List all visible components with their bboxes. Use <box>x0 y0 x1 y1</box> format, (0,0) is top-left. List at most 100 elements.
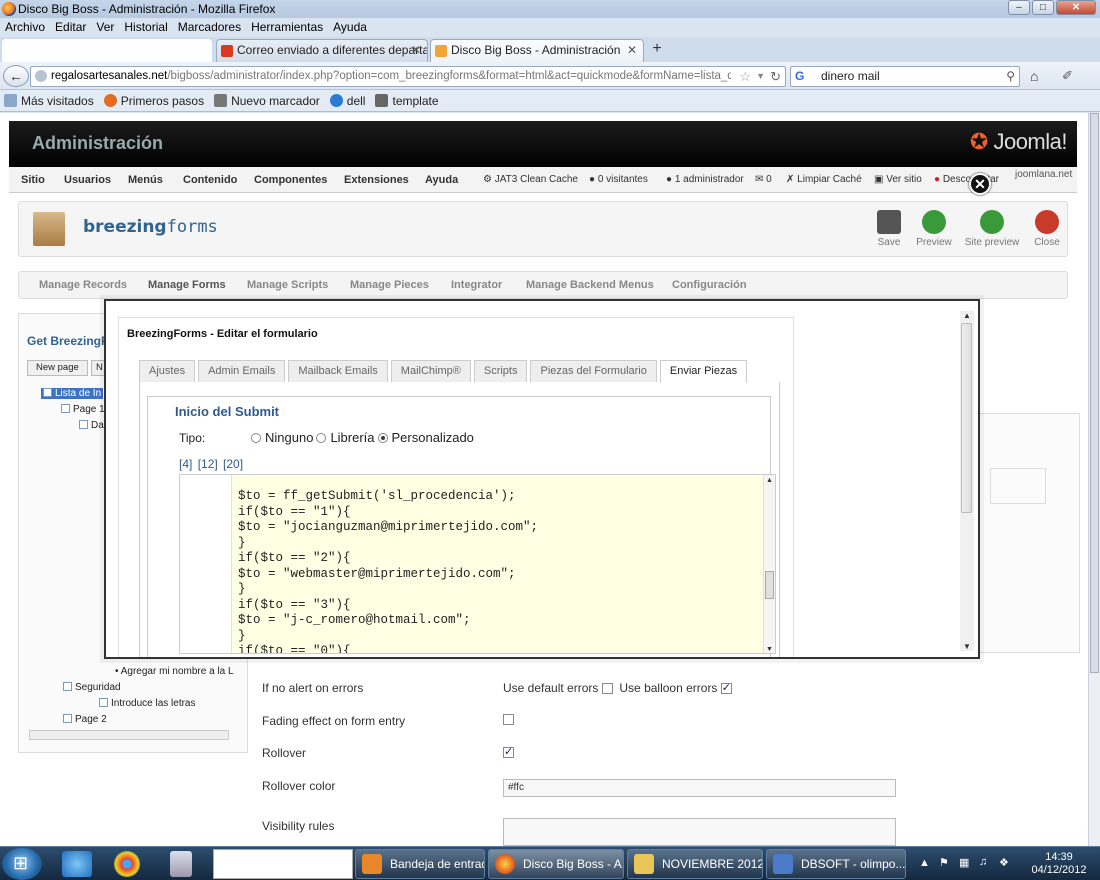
subnav-manage-scripts[interactable]: Manage Scripts <box>247 272 328 298</box>
menu-ayuda-joomla[interactable]: Ayuda <box>425 167 458 193</box>
menu-sitio[interactable]: Sitio <box>21 167 45 193</box>
use-balloon-errors-checkbox[interactable] <box>720 681 732 694</box>
search-bar[interactable]: G dinero mail ⚲ <box>790 66 1020 87</box>
menu-extensiones[interactable]: Extensiones <box>344 167 409 193</box>
taskbar-outlook[interactable]: Bandeja de entrad... <box>355 849 485 879</box>
scroll-up-icon[interactable]: ▲ <box>766 477 773 484</box>
code-editor[interactable]: $to = ff_getSubmit('sl_procedencia'); if… <box>179 474 776 654</box>
page-scrollbar[interactable] <box>1088 113 1100 846</box>
subnav-manage-forms[interactable]: Manage Forms <box>148 272 226 298</box>
close-tab-icon[interactable]: ✕ <box>411 40 421 61</box>
menu-contenido[interactable]: Contenido <box>183 167 237 193</box>
expand-icon[interactable] <box>63 682 72 691</box>
url-text[interactable]: regalosartesanales.net/bigboss/administr… <box>51 67 731 86</box>
radio-libreria[interactable] <box>316 432 327 443</box>
tab-piezas-del-formulario[interactable]: Piezas del Formulario <box>530 360 657 382</box>
close-tab-icon[interactable]: ✕ <box>627 40 637 61</box>
menu-editar[interactable]: Editar <box>50 18 91 37</box>
radio-ninguno-label[interactable]: Ninguno <box>265 430 313 445</box>
bookmark-star-icon[interactable]: ☆ <box>739 67 751 86</box>
start-button[interactable] <box>2 848 42 880</box>
modal-scroll-thumb[interactable] <box>961 323 972 513</box>
system-clock[interactable]: 14:39 04/12/2012 <box>1028 851 1090 877</box>
taskbar-blank-window[interactable] <box>213 849 353 879</box>
tree-item-captcha[interactable]: Introduce las letras <box>99 698 196 709</box>
purge-cache-link[interactable]: ✗ Limpiar Caché <box>786 167 862 193</box>
search-input[interactable]: dinero mail <box>821 67 880 86</box>
google-search-engine-icon[interactable]: G <box>795 69 809 83</box>
size-link-12[interactable]: [12] <box>198 457 218 471</box>
bookmark-primeros-pasos[interactable]: Primeros pasos <box>103 94 204 108</box>
editor-scrollbar[interactable]: ▲ ▼ <box>763 475 775 653</box>
menu-marcadores[interactable]: Marcadores <box>173 18 246 37</box>
page-scroll-thumb[interactable] <box>1090 113 1099 673</box>
show-hidden-icons-icon[interactable]: ▲ <box>919 857 930 869</box>
radio-ninguno[interactable] <box>251 432 261 443</box>
scroll-up-icon[interactable]: ▲ <box>963 311 971 320</box>
menu-ver[interactable]: Ver <box>91 18 119 37</box>
site-preview-button[interactable]: Site preview <box>962 210 1022 248</box>
radio-personalizado[interactable] <box>377 432 388 443</box>
modal-close-button[interactable]: ✕ <box>969 173 991 195</box>
scroll-down-icon[interactable]: ▼ <box>766 646 773 653</box>
tab-disco-big-boss[interactable]: Disco Big Boss - Administración ✕ <box>430 39 644 62</box>
volume-icon[interactable]: ♫ <box>979 856 987 868</box>
use-default-errors-checkbox[interactable] <box>601 683 613 694</box>
tab-scripts[interactable]: Scripts <box>473 360 528 382</box>
tree-item-seguridad[interactable]: Seguridad <box>63 682 121 693</box>
url-bar[interactable]: regalosartesanales.net/bigboss/administr… <box>30 66 786 87</box>
search-icon[interactable]: ⚲ <box>1006 67 1015 86</box>
flag-icon[interactable]: ⚑ <box>939 856 949 869</box>
rollover-color-input[interactable]: #ffc <box>503 779 896 797</box>
bookmark-nuevo-marcador[interactable]: Nuevo marcador <box>214 94 320 108</box>
modal-scrollbar[interactable]: ▲ ▼ <box>960 311 974 651</box>
chrome-icon[interactable] <box>114 851 140 877</box>
tree-item-da[interactable]: Da <box>79 420 104 431</box>
tab-blank[interactable] <box>2 39 212 62</box>
new-page-button[interactable]: New page <box>27 360 88 376</box>
taskbar-firefox[interactable]: Disco Big Boss - A... <box>488 849 624 879</box>
menu-ayuda[interactable]: Ayuda <box>328 18 372 37</box>
bookmark-template[interactable]: template <box>375 94 439 108</box>
subnav-manage-records[interactable]: Manage Records <box>39 272 127 298</box>
maximize-button[interactable]: □ <box>1032 0 1054 15</box>
tree-item-root[interactable]: Lista de In <box>41 388 104 399</box>
size-link-4[interactable]: [4] <box>179 457 192 471</box>
tree-horizontal-scrollbar[interactable] <box>29 730 229 740</box>
menu-historial[interactable]: Historial <box>119 18 172 37</box>
back-button[interactable]: ← <box>3 65 29 87</box>
url-dropdown-icon[interactable]: ▼ <box>756 67 765 86</box>
antivirus-icon[interactable]: ❖ <box>999 856 1009 869</box>
internet-explorer-icon[interactable] <box>62 851 92 877</box>
reload-icon[interactable]: ↻ <box>770 67 781 86</box>
tab-mailback-emails[interactable]: Mailback Emails <box>288 360 388 382</box>
menu-herramientas[interactable]: Herramientas <box>246 18 328 37</box>
radio-personalizado-label[interactable]: Personalizado <box>392 430 474 445</box>
bookmark-dell[interactable]: dell <box>329 94 365 108</box>
tab-correo[interactable]: Correo enviado a diferentes departa... ✕ <box>216 39 428 62</box>
clean-cache-link[interactable]: ⚙ JAT3 Clean Cache <box>483 167 578 193</box>
subnav-manage-backend-menus[interactable]: Manage Backend Menus <box>526 272 654 298</box>
taskbar-dbsoft[interactable]: DBSOFT - olimpo.... <box>766 849 906 879</box>
rollover-checkbox[interactable] <box>503 745 514 758</box>
tab-mailchimp[interactable]: MailChimp® <box>390 360 471 382</box>
expand-icon[interactable] <box>79 420 88 429</box>
minimize-button[interactable]: – <box>1008 0 1030 15</box>
scroll-down-icon[interactable]: ▼ <box>963 642 971 651</box>
menu-componentes[interactable]: Componentes <box>254 167 327 193</box>
tab-enviar-piezas[interactable]: Enviar Piezas <box>659 360 748 383</box>
taskbar-folder[interactable]: NOVIEMBRE 2012 <box>627 849 763 879</box>
submit-code[interactable]: $to = ff_getSubmit('sl_procedencia'); if… <box>238 489 538 653</box>
menu-usuarios[interactable]: Usuarios <box>64 167 111 193</box>
home-icon[interactable]: ⌂ <box>1030 68 1038 84</box>
bookmark-mas-visitados[interactable]: Más visitados <box>4 94 94 108</box>
close-window-button[interactable]: ✕ <box>1056 0 1096 15</box>
visibility-rules-input[interactable] <box>503 818 896 846</box>
close-button[interactable]: Close <box>1017 210 1077 248</box>
tree-item-page-2[interactable]: Page 2 <box>63 714 107 725</box>
menu-archivo[interactable]: Archivo <box>0 18 50 37</box>
expand-icon[interactable] <box>61 404 70 413</box>
menu-menus[interactable]: Menús <box>128 167 163 193</box>
preview-button[interactable]: Preview <box>904 210 964 248</box>
radio-libreria-label[interactable]: Librería <box>330 430 374 445</box>
